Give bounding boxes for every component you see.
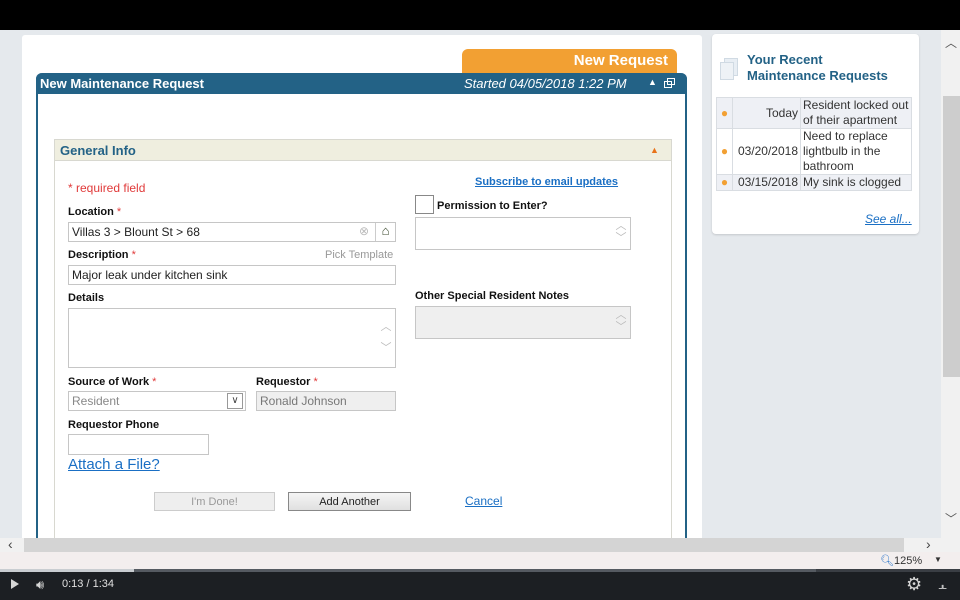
collapse-panel-icon[interactable]: ▲ <box>648 77 657 87</box>
screen: New Request New Maintenance Request Star… <box>0 0 960 600</box>
request-text: My sink is clogged <box>800 174 912 191</box>
permission-textarea[interactable]: ︿ ﹀ <box>415 217 631 250</box>
pick-template-link[interactable]: Pick Template <box>325 249 393 261</box>
scroll-right-arrow-icon[interactable]: › <box>926 536 931 552</box>
settings-gear-icon[interactable]: ⚙ <box>906 574 922 595</box>
table-row[interactable]: ● 03/20/2018 Need to replace lightbulb i… <box>716 128 912 175</box>
requestor-label-text: Requestor <box>256 376 311 388</box>
request-date: 03/15/2018 <box>732 174 801 191</box>
browser-viewport: New Request New Maintenance Request Star… <box>0 30 960 538</box>
requestor-phone-input[interactable] <box>68 434 209 455</box>
requestor-input[interactable]: Ronald Johnson <box>256 391 396 411</box>
source-of-work-label-text: Source of Work <box>68 376 150 388</box>
table-row[interactable]: ● Today Resident locked out of their apa… <box>716 97 912 129</box>
panel-title: New Maintenance Request <box>40 76 204 91</box>
source-of-work-value: Resident <box>72 394 120 408</box>
request-date: 03/20/2018 <box>732 128 801 175</box>
play-icon[interactable] <box>11 579 19 589</box>
section-title: General Info <box>60 143 136 158</box>
description-value: Major leak under kitchen sink <box>72 268 228 282</box>
video-time: 0:13 / 1:34 <box>62 578 114 590</box>
im-done-button[interactable]: I'm Done! <box>154 492 275 511</box>
requestor-label: Requestor * <box>256 376 318 388</box>
see-all-link[interactable]: See all... <box>865 212 912 226</box>
cancel-link[interactable]: Cancel <box>465 494 502 508</box>
details-label: Details <box>68 292 105 304</box>
recent-requests-title: Your Recent Maintenance Requests <box>747 52 888 84</box>
permission-checkbox[interactable] <box>415 195 434 214</box>
scroll-up-icon[interactable]: ︿ <box>380 322 392 333</box>
request-text: Need to replace lightbulb in the bathroo… <box>800 128 912 175</box>
add-another-button[interactable]: Add Another <box>288 492 411 511</box>
title-line-2: Maintenance Requests <box>747 68 888 83</box>
scroll-up-icon[interactable]: ︿ <box>615 310 627 321</box>
scroll-up-icon[interactable]: ︿ <box>615 221 627 232</box>
panel-header: New Maintenance Request Started 04/05/20… <box>36 73 687 94</box>
location-input[interactable]: Villas 3 > Blount St > 68 ⊗ ⌂ <box>68 222 396 242</box>
scroll-down-icon[interactable]: ﹀ <box>615 233 627 244</box>
general-info-section: General Info ▲ * required field Location… <box>54 139 672 538</box>
location-label: Location * <box>68 206 121 218</box>
status-dot-icon: ● <box>716 174 733 191</box>
horizontal-scrollbar[interactable]: ‹ › <box>0 536 960 552</box>
location-label-text: Location <box>68 206 114 218</box>
recent-requests-card: Your Recent Maintenance Requests ● Today… <box>712 34 919 234</box>
browser-statusbar: 🔍︎125% ▼ <box>0 552 960 569</box>
video-progress-fill <box>0 569 135 572</box>
scrollbar-thumb[interactable] <box>943 96 960 377</box>
description-label-text: Description <box>68 249 129 261</box>
source-of-work-select[interactable]: Resident ∨ <box>68 391 246 411</box>
chevron-down-icon[interactable]: ∨ <box>227 393 243 409</box>
description-label: Description * <box>68 249 136 261</box>
scrollbar-thumb[interactable] <box>24 538 904 552</box>
zoom-level[interactable]: 🔍︎125% <box>880 554 922 567</box>
scroll-down-arrow-icon[interactable]: ﹀ <box>945 510 957 527</box>
required-star: * <box>313 376 318 388</box>
zoom-value: 125% <box>893 555 923 567</box>
home-icon[interactable]: ⌂ <box>375 223 395 241</box>
request-date: Today <box>732 97 801 129</box>
source-of-work-label: Source of Work * <box>68 376 156 388</box>
scroll-down-icon[interactable]: ﹀ <box>380 343 392 354</box>
scroll-left-arrow-icon[interactable]: ‹ <box>8 536 13 552</box>
description-input[interactable]: Major leak under kitchen sink <box>68 265 396 285</box>
scroll-up-arrow-icon[interactable]: ︿ <box>945 34 957 51</box>
top-black-bar <box>0 0 960 30</box>
required-star: * <box>131 249 136 261</box>
vertical-scrollbar[interactable]: ︿ ﹀ <box>941 30 960 538</box>
volume-icon[interactable]: 🔊︎ <box>36 577 44 593</box>
started-timestamp: Started 04/05/2018 1:22 PM <box>464 76 627 91</box>
resident-notes-label: Other Special Resident Notes <box>415 290 570 302</box>
video-controls: 🔊︎ 0:13 / 1:34 ⚙ ⌟⌞ <box>0 569 960 600</box>
attach-file-link[interactable]: Attach a File? <box>68 456 160 473</box>
recent-requests-table: ● Today Resident locked out of their apa… <box>716 97 912 191</box>
clear-icon[interactable]: ⊗ <box>359 224 369 238</box>
status-dot-icon: ● <box>716 97 733 129</box>
requestor-value: Ronald Johnson <box>260 394 347 408</box>
section-header[interactable]: General Info ▲ <box>55 140 671 161</box>
exit-fullscreen-icon[interactable]: ⌟⌞ <box>938 577 947 591</box>
video-progress-bar[interactable] <box>0 569 960 572</box>
zoom-icon: 🔍︎ <box>880 555 894 567</box>
location-value: Villas 3 > Blount St > 68 <box>72 225 200 239</box>
requestor-phone-label: Requestor Phone <box>68 419 160 431</box>
subscribe-email-link[interactable]: Subscribe to email updates <box>475 176 618 188</box>
permission-label: Permission to Enter? <box>437 200 548 212</box>
scroll-down-icon[interactable]: ﹀ <box>615 322 627 333</box>
maintenance-request-panel: New Maintenance Request Started 04/05/20… <box>36 73 687 538</box>
documents-icon <box>720 58 738 80</box>
title-line-1: Your Recent <box>747 52 823 67</box>
popout-icon[interactable] <box>664 78 675 88</box>
required-star: * <box>116 206 122 218</box>
resident-notes-textarea[interactable]: ︿ ﹀ <box>415 306 631 339</box>
details-textarea[interactable]: ︿ ﹀ <box>68 308 396 368</box>
table-row[interactable]: ● 03/15/2018 My sink is clogged <box>716 174 912 191</box>
required-field-note: * required field <box>68 181 146 195</box>
zoom-dropdown-icon[interactable]: ▼ <box>934 555 942 564</box>
request-text: Resident locked out of their apartment <box>800 97 912 129</box>
status-dot-icon: ● <box>716 128 733 175</box>
required-star: * <box>152 376 157 388</box>
collapse-section-icon[interactable]: ▲ <box>650 145 659 155</box>
new-request-tab[interactable]: New Request <box>462 49 677 73</box>
